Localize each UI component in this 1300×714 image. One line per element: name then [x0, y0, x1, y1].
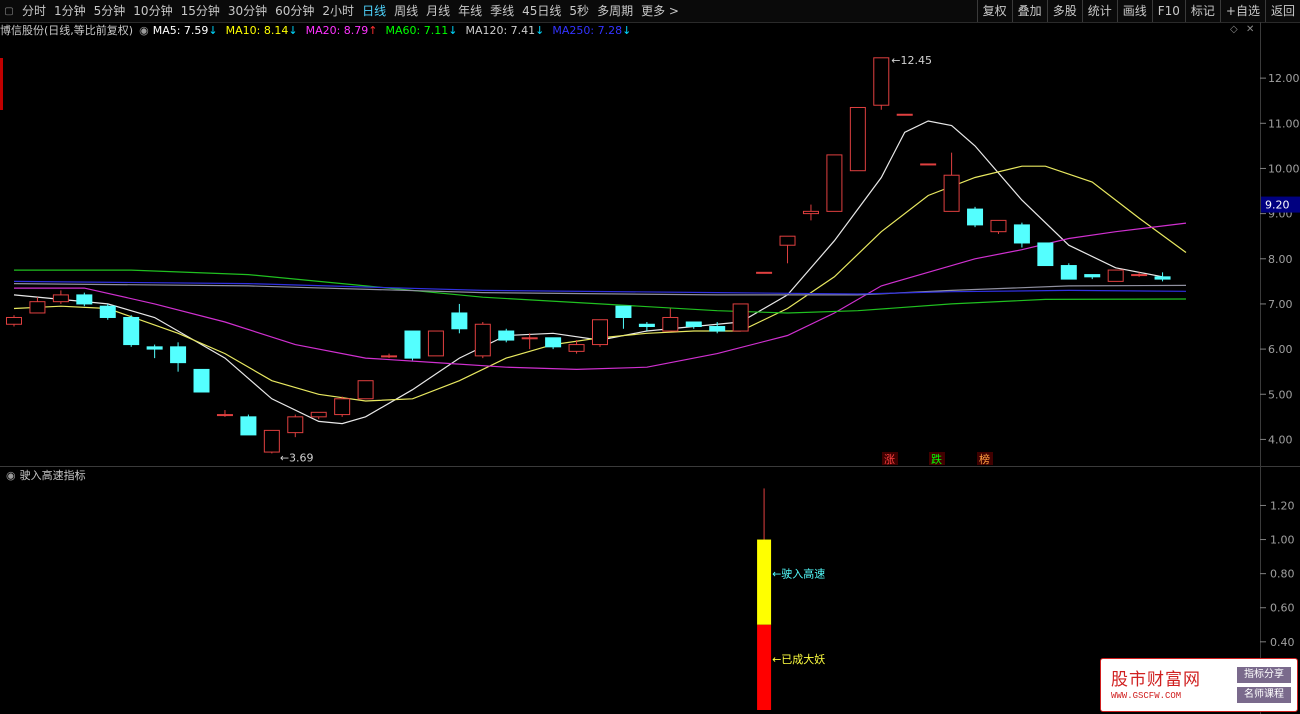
indicator-bar-yellow [757, 539, 772, 625]
current-price-label: 9.20 [1265, 199, 1290, 212]
candle-body [615, 305, 632, 318]
candle-body [662, 316, 679, 332]
price-tick-label: 5.00 [1268, 388, 1293, 401]
candle-body [1037, 242, 1054, 267]
candle-body [99, 305, 116, 318]
price-tick-label: 11.00 [1268, 117, 1300, 130]
candle-body [943, 174, 960, 212]
candle-body [896, 113, 913, 116]
candle-body [404, 330, 421, 359]
indicator-tick-label: 1.00 [1270, 534, 1295, 547]
candle-body [427, 330, 444, 357]
indicator-tick-label: 0.40 [1270, 636, 1295, 649]
candle-body [802, 210, 819, 215]
candle-body [287, 416, 304, 434]
candle-body [873, 57, 890, 106]
candle-body [29, 301, 46, 314]
candle-body [310, 411, 327, 418]
price-tick-label: 6.00 [1268, 343, 1293, 356]
candle-body [52, 294, 69, 303]
candle-body [170, 346, 187, 364]
indicator-label-high: ←驶入高速 [772, 567, 825, 581]
candle-body [216, 414, 233, 417]
candle-body [357, 380, 374, 400]
candle-body [498, 330, 515, 341]
candle-body [1060, 265, 1077, 280]
candle-body [451, 312, 468, 330]
price-tick-label: 7.00 [1268, 298, 1293, 311]
candle-body [1107, 269, 1124, 282]
candle-body [709, 326, 726, 332]
indicator-header: ◉ 驶入高速指标 [0, 467, 86, 483]
indicator-tick-label: 0.60 [1270, 602, 1295, 615]
candle-body [521, 337, 538, 340]
indicator-tick-label: 1.20 [1270, 499, 1295, 512]
candle-body [474, 323, 491, 357]
candle-body [592, 319, 608, 346]
price-tick-label: 10.00 [1268, 162, 1300, 175]
candle-body [920, 163, 937, 166]
indicator-label-low: ←已成大妖 [772, 652, 825, 666]
watermark-badge: 指标分享 [1237, 667, 1291, 683]
price-tick-label: 4.00 [1268, 433, 1293, 446]
candle-body [146, 346, 163, 350]
collapse-icon[interactable]: ◉ [6, 469, 16, 482]
candle-body [685, 321, 702, 328]
signal-badge: 榜 [979, 452, 990, 466]
low-price-label: ←3.69 [280, 451, 314, 464]
price-tick-label: 12.00 [1268, 72, 1300, 85]
candle-body [826, 154, 843, 212]
high-price-label: ←12.45 [891, 54, 932, 67]
signal-badge: 涨 [884, 453, 895, 466]
candle-body [1154, 276, 1171, 280]
candle-body [76, 294, 93, 305]
indicator-bar-red [757, 624, 772, 710]
indicator-title: 驶入高速指标 [19, 469, 86, 482]
candle-body [334, 398, 351, 416]
watermark-url: WWW.GSCFW.COM [1111, 691, 1182, 701]
watermark-badge: 名师课程 [1237, 687, 1291, 703]
candle-body [193, 368, 210, 393]
candle-body [568, 344, 585, 352]
candle-body [1084, 274, 1101, 278]
candle-body [756, 271, 773, 274]
watermark-logo: 股市财富网 WWW.GSCFW.COM 指标分享 名师课程 [1100, 658, 1298, 712]
candle-body [990, 219, 1007, 233]
candle-body [6, 316, 22, 325]
candle-body [381, 355, 398, 358]
ma-line-ma120 [13, 283, 1187, 296]
watermark-title: 股市财富网 [1111, 670, 1201, 690]
candle-body [1013, 224, 1030, 244]
indicator-tick-label: 0.80 [1270, 568, 1295, 581]
candle-body [240, 416, 257, 436]
candle-body [263, 429, 280, 453]
candle-body [779, 235, 796, 246]
ma-line-ma20 [14, 222, 1187, 371]
candle-body [1131, 274, 1148, 277]
candle-body [638, 323, 655, 328]
signal-badge: 跌 [931, 452, 942, 466]
price-tick-label: 8.00 [1268, 253, 1293, 266]
candle-body [732, 303, 749, 332]
candle-body [545, 337, 562, 348]
candle-body [123, 316, 140, 346]
candle-body [967, 208, 984, 226]
candle-body [849, 106, 866, 172]
kline-chart[interactable]: 12.0011.0010.009.008.007.006.005.004.00←… [0, 0, 1300, 714]
